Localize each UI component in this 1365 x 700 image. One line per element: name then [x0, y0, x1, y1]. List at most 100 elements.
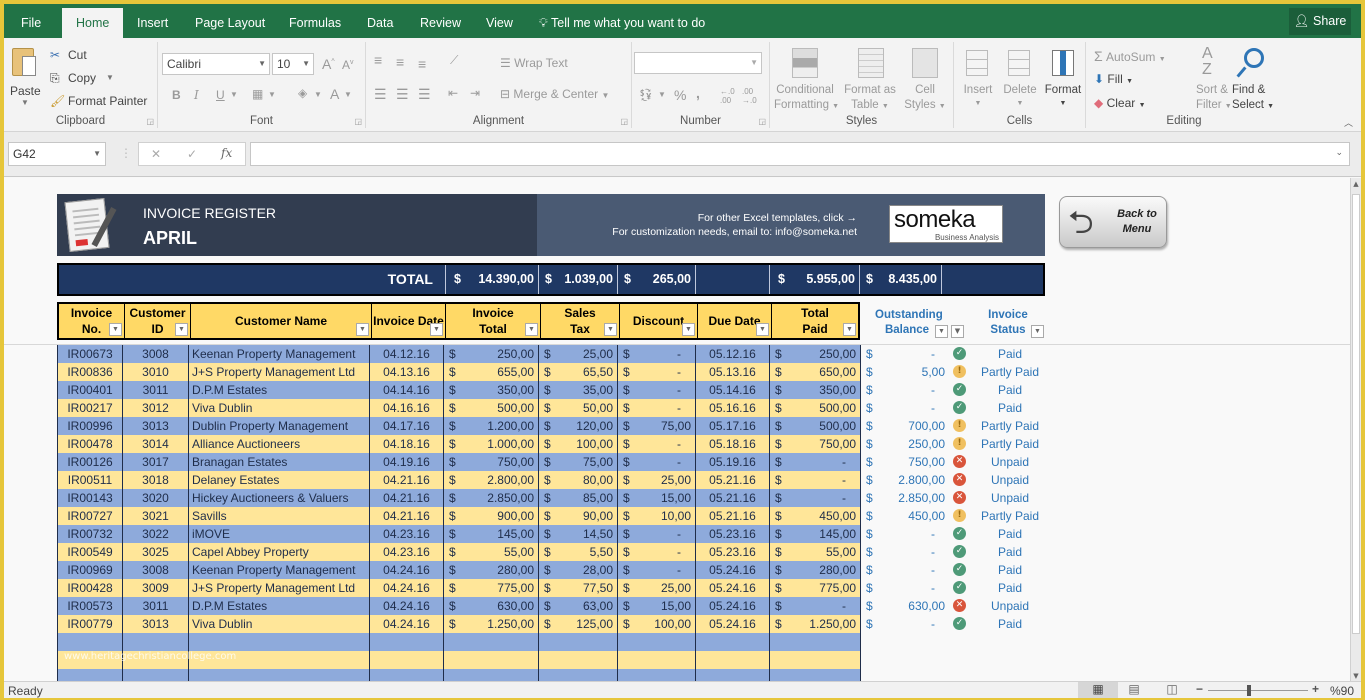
fill-color-icon[interactable]: ◈ [298, 86, 307, 100]
table-row[interactable]: IR00732 3022 iMOVE 04.23.16 $145,00 $14,50 $ -0… [57, 525, 861, 543]
cell-total[interactable]: $280,00 [443, 561, 538, 579]
insert-cells-button[interactable]: Insert ▼ [958, 44, 998, 114]
cell-tax[interactable]: $77,50 [538, 579, 617, 597]
table-row[interactable]: IR00126 3017 Branagan Estates 04.19.16 $750,… [57, 453, 861, 471]
cell-no[interactable]: IR00779 [57, 615, 122, 633]
invoice-status[interactable]: Paid [969, 399, 1051, 417]
filter-dropdown-icon[interactable]: ▼ [604, 323, 617, 336]
accounting-format-icon[interactable]: 💱︎ [638, 88, 653, 102]
outstanding-balance[interactable]: 450,00 [877, 507, 945, 525]
tab-data[interactable]: Data [367, 8, 393, 38]
page-layout-view-icon[interactable]: ▤ [1124, 682, 1144, 696]
filter-dropdown-icon[interactable]: ▼ [1031, 325, 1044, 338]
cell-paid[interactable]: $350,00 [769, 381, 860, 399]
cell-date[interactable]: 04.21.16 [369, 507, 443, 525]
cell-total[interactable]: $350,00 [443, 381, 538, 399]
cell-no[interactable]: IR00673 [57, 345, 122, 363]
wrap-text-button[interactable]: ☰ Wrap Text [500, 56, 568, 70]
cell-tax[interactable]: $120,00 [538, 417, 617, 435]
cell-paid[interactable]: $500,00 [769, 417, 860, 435]
outstanding-balance[interactable]: 250,00 [877, 435, 945, 453]
cell-paid[interactable]: $250,00 [769, 345, 860, 363]
cell-tax[interactable]: $25,00 [538, 345, 617, 363]
tab-insert[interactable]: Insert [137, 8, 168, 38]
cell-cid[interactable]: 3011 [122, 381, 188, 399]
cell-name[interactable]: Viva Dublin [188, 399, 369, 417]
cell-due[interactable]: 05.19.16 [695, 453, 769, 471]
autosum-button[interactable]: Σ AutoSum ▼ [1094, 48, 1166, 64]
delete-cells-button[interactable]: Delete ▼ [1000, 44, 1040, 114]
cell-date[interactable]: 04.23.16 [369, 525, 443, 543]
cell-disc[interactable] [617, 633, 695, 651]
cell-disc[interactable]: $15,00 [617, 597, 695, 615]
format-as-table-button[interactable]: Format as Table ▼ [842, 44, 898, 114]
cell-due[interactable]: 05.23.16 [695, 543, 769, 561]
cell-total[interactable]: $2.850,00 [443, 489, 538, 507]
outstanding-balance[interactable]: 2.850,00 [877, 489, 945, 507]
cell-disc[interactable]: $100,00 [617, 615, 695, 633]
tab-home[interactable]: Home [62, 8, 124, 38]
cell-name[interactable] [188, 633, 369, 651]
tell-me-box[interactable]: 💡︎ Tell me what you want to do [539, 8, 705, 38]
filter-dropdown-icon[interactable]: ▼ [175, 323, 188, 336]
table-row[interactable]: IR00511 3018 Delaney Estates 04.21.16 $2.800… [57, 471, 861, 489]
tab-page-layout[interactable]: Page Layout [195, 8, 265, 38]
expand-formula-icon[interactable]: ⌄ [1335, 143, 1343, 163]
cell-date[interactable] [369, 633, 443, 651]
cell-due[interactable]: 05.24.16 [695, 597, 769, 615]
cell-no[interactable]: IR00969 [57, 561, 122, 579]
filter-dropdown-icon[interactable]: ▼ [109, 323, 122, 336]
cell-due[interactable]: 05.21.16 [695, 471, 769, 489]
cell-name[interactable]: Branagan Estates [188, 453, 369, 471]
table-row[interactable]: IR00428 3009 J+S Property Management Ltd 04… [57, 579, 861, 597]
cell-paid[interactable] [769, 633, 860, 651]
table-row[interactable]: IR00673 3008 Keenan Property Management 04.… [57, 345, 861, 363]
cell-due[interactable]: 05.18.16 [695, 435, 769, 453]
cell-date[interactable]: 04.23.16 [369, 543, 443, 561]
cell-date[interactable]: 04.24.16 [369, 579, 443, 597]
cell-due[interactable]: 05.24.16 [695, 615, 769, 633]
cell-due[interactable]: 05.14.16 [695, 381, 769, 399]
outstanding-balance[interactable]: - [877, 561, 935, 579]
cell-paid[interactable]: $1.250,00 [769, 615, 860, 633]
table-row[interactable]: IR00549 3025 Capel Abbey Property 04.23.16 $… [57, 543, 861, 561]
shrink-font-icon[interactable]: Av [342, 58, 354, 72]
cell-cid[interactable]: 3017 [122, 453, 188, 471]
cell-paid[interactable]: $ - [769, 489, 860, 507]
cell-cid[interactable]: 3021 [122, 507, 188, 525]
filter-dropdown-icon[interactable]: ▼ [756, 323, 769, 336]
cell-disc[interactable]: $ - [617, 543, 695, 561]
cell-disc[interactable]: $ - [617, 435, 695, 453]
increase-indent-icon[interactable]: ⇥ [470, 86, 480, 100]
cell-total[interactable]: $250,00 [443, 345, 538, 363]
cell-cid[interactable]: 3025 [122, 543, 188, 561]
outstanding-balance[interactable]: - [877, 579, 935, 597]
outstanding-balance[interactable]: 2.800,00 [877, 471, 945, 489]
cell-name[interactable]: Delaney Estates [188, 471, 369, 489]
cell-tax[interactable]: $50,00 [538, 399, 617, 417]
cell-tax[interactable]: $90,00 [538, 507, 617, 525]
cell-name[interactable]: Keenan Property Management [188, 561, 369, 579]
cell-total[interactable]: $775,00 [443, 579, 538, 597]
cell-name[interactable]: Dublin Property Management [188, 417, 369, 435]
cell-name[interactable]: iMOVE [188, 525, 369, 543]
align-right-icon[interactable]: ☰ [418, 86, 431, 103]
page-break-view-icon[interactable]: ◫ [1162, 682, 1182, 696]
cell-disc[interactable]: $ - [617, 453, 695, 471]
invoice-status[interactable]: Paid [969, 579, 1051, 597]
outstanding-balance[interactable]: 750,00 [877, 453, 945, 471]
find-select-button[interactable]: Find & Select ▼ [1232, 44, 1278, 114]
cell-date[interactable]: 04.21.16 [369, 471, 443, 489]
cell-tax[interactable]: $63,00 [538, 597, 617, 615]
name-box[interactable]: G42 ▼ [8, 142, 106, 166]
table-row[interactable] [57, 633, 861, 651]
cell-no[interactable]: IR00573 [57, 597, 122, 615]
cell-tax[interactable]: $100,00 [538, 435, 617, 453]
cell-disc[interactable]: $25,00 [617, 579, 695, 597]
cell-paid[interactable]: $55,00 [769, 543, 860, 561]
cell-total[interactable]: $500,00 [443, 399, 538, 417]
cell-disc[interactable] [617, 651, 695, 669]
font-name-select[interactable]: Calibri ▼ [162, 53, 270, 75]
cell-date[interactable]: 04.17.16 [369, 417, 443, 435]
align-center-icon[interactable]: ☰ [396, 86, 409, 103]
